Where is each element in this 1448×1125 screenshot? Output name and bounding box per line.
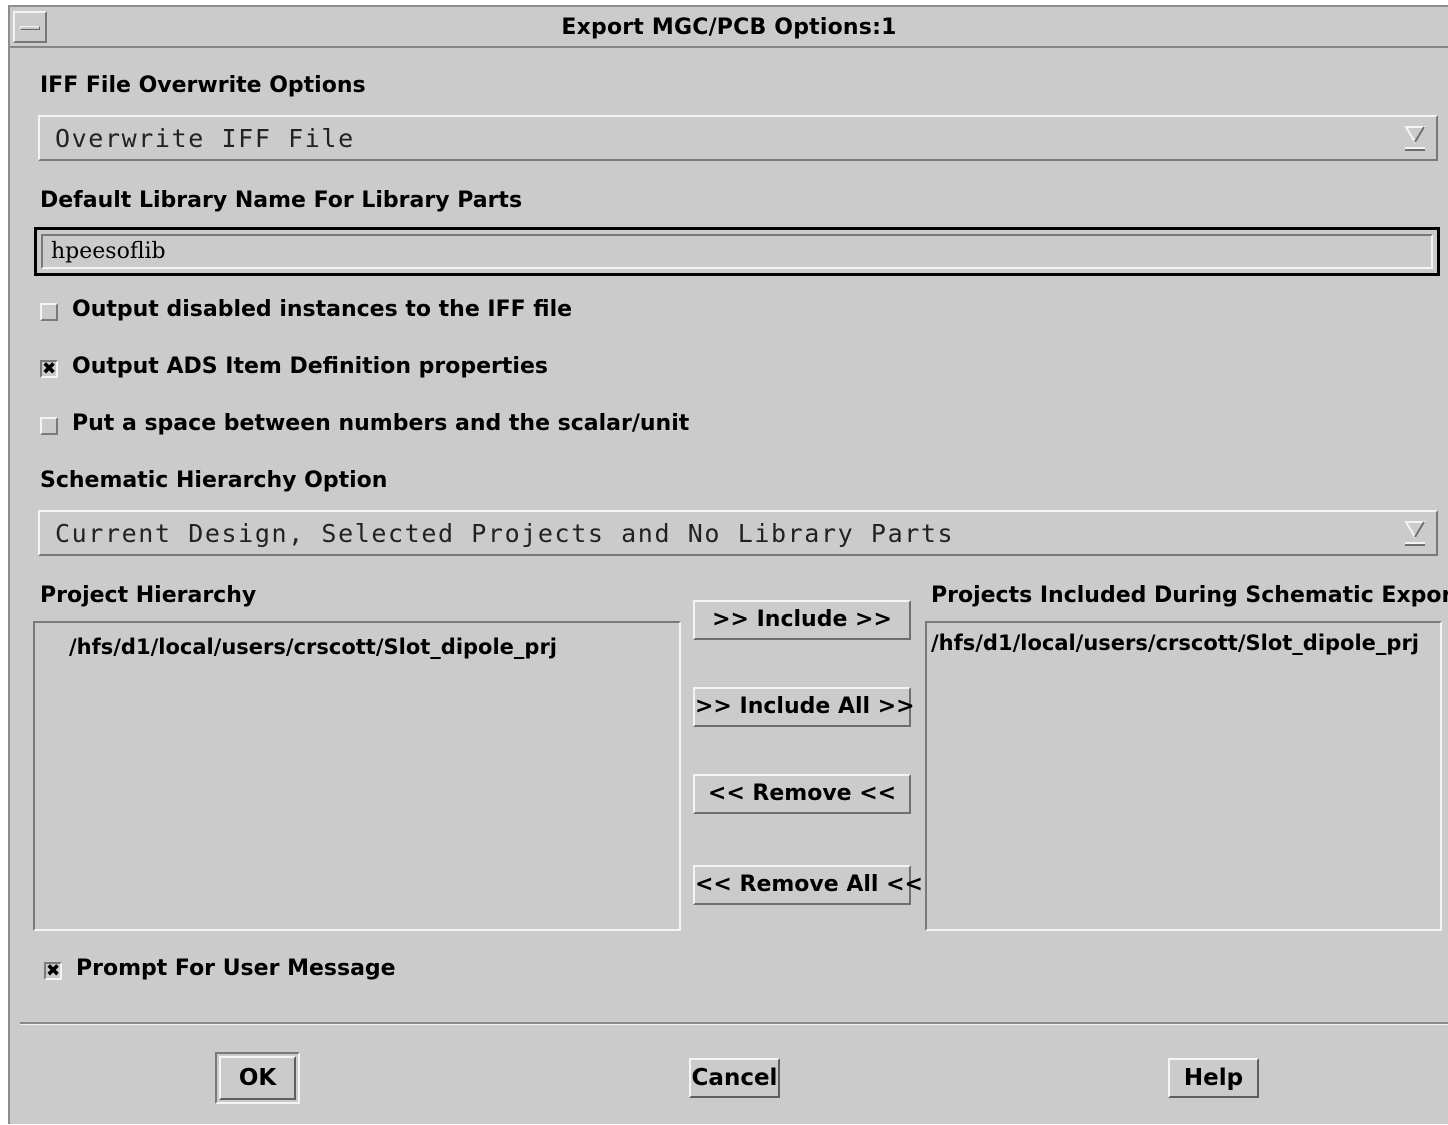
library-name-input[interactable] (41, 234, 1433, 269)
include-button[interactable]: >> Include >> (693, 600, 911, 640)
ads-item-definition-label: Output ADS Item Definition properties (72, 354, 548, 379)
disabled-instances-label: Output disabled instances to the IFF fil… (72, 297, 573, 322)
prompt-user-message-checkbox[interactable]: ✖ (44, 962, 62, 980)
schematic-hierarchy-value: Current Design, Selected Projects and No… (55, 519, 955, 548)
ads-item-definition-checkbox[interactable]: ✖ (40, 360, 58, 378)
remove-all-button[interactable]: << Remove All << (693, 865, 923, 905)
space-between-units-checkbox[interactable] (40, 417, 58, 435)
window-title: Export MGC/PCB Options:1 (561, 15, 897, 40)
prompt-user-message-label: Prompt For User Message (76, 956, 396, 981)
footer-separator (20, 1022, 1448, 1025)
dropdown-arrow-icon (1404, 126, 1426, 151)
project-hierarchy-label: Project Hierarchy (40, 583, 257, 608)
dropdown-arrow-icon (1404, 521, 1426, 546)
iff-overwrite-label: IFF File Overwrite Options (40, 73, 366, 98)
ok-button[interactable]: OK (219, 1056, 296, 1100)
library-name-field-frame (34, 227, 1440, 276)
schematic-hierarchy-dropdown[interactable]: Current Design, Selected Projects and No… (38, 510, 1438, 556)
list-item[interactable]: /hfs/d1/local/users/crscott/Slot_dipole_… (69, 635, 557, 659)
include-all-button[interactable]: >> Include All >> (693, 687, 915, 727)
help-button[interactable]: Help (1168, 1058, 1259, 1098)
list-item[interactable]: /hfs/d1/local/users/crscott/Slot_dipole_… (931, 631, 1419, 655)
remove-button[interactable]: << Remove << (693, 774, 911, 814)
iff-overwrite-dropdown[interactable]: Overwrite IFF File (38, 115, 1438, 161)
projects-included-list[interactable]: /hfs/d1/local/users/crscott/Slot_dipole_… (925, 621, 1442, 931)
projects-included-label: Projects Included During Schematic Expor… (931, 583, 1448, 608)
space-between-units-label: Put a space between numbers and the scal… (72, 411, 690, 436)
export-options-dialog: Export MGC/PCB Options:1 IFF File Overwr… (8, 5, 1448, 1124)
disabled-instances-checkbox[interactable] (40, 303, 58, 321)
project-hierarchy-list[interactable]: /hfs/d1/local/users/crscott/Slot_dipole_… (33, 621, 681, 931)
cancel-button[interactable]: Cancel (689, 1058, 780, 1098)
title-bar[interactable]: Export MGC/PCB Options:1 (10, 7, 1448, 48)
schematic-hierarchy-label: Schematic Hierarchy Option (40, 468, 388, 493)
library-name-label: Default Library Name For Library Parts (40, 188, 523, 213)
iff-overwrite-value: Overwrite IFF File (55, 124, 355, 153)
